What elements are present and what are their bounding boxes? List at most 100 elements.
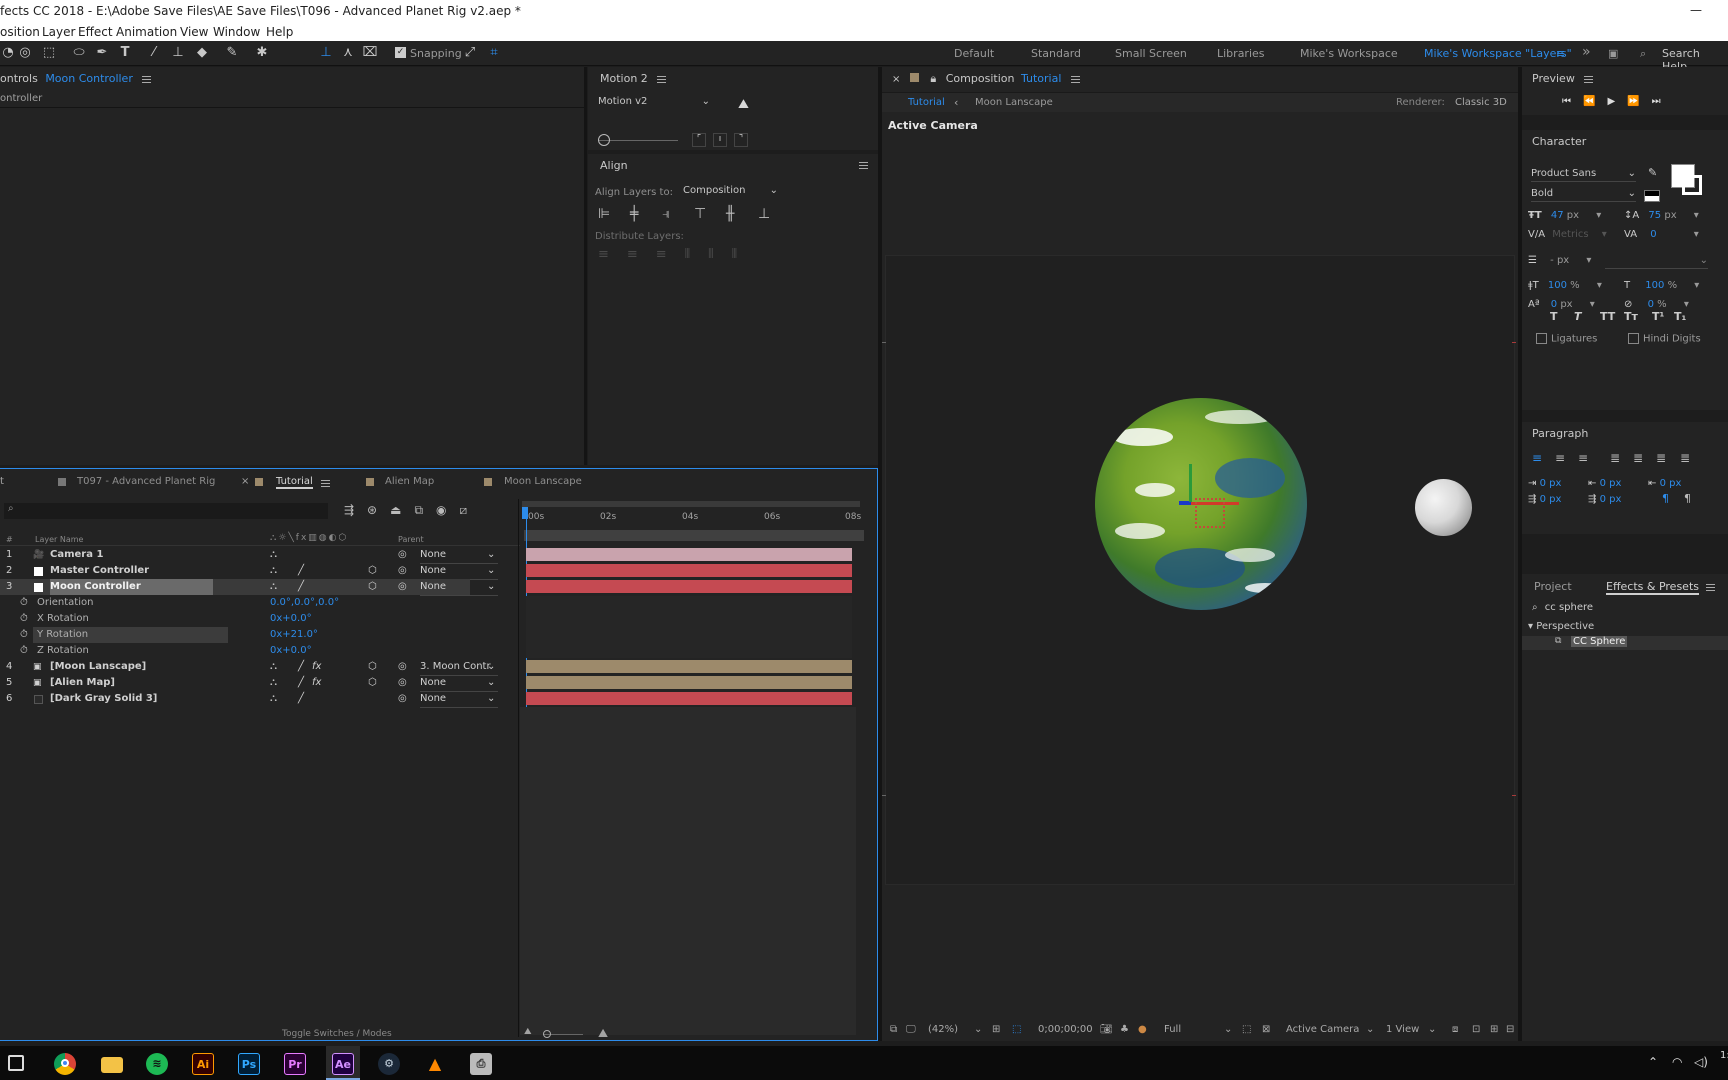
layer-bar-alien-map[interactable] <box>526 676 852 689</box>
task-view-icon[interactable] <box>8 1055 24 1071</box>
quality-icon[interactable]: ╱ <box>298 675 304 691</box>
puppet-tool-icon[interactable]: ✱ <box>254 45 270 61</box>
black-white-swatch[interactable] <box>1644 190 1660 202</box>
show-snapshot-icon[interactable]: ♣ <box>1120 1021 1129 1039</box>
justify-left-icon[interactable]: ≣ <box>1610 451 1620 465</box>
project-tab[interactable]: Project <box>1534 580 1572 593</box>
motion-slider-knob[interactable] <box>598 134 610 146</box>
anchor-center-button[interactable]: ı <box>713 133 727 147</box>
rotate-tool-icon[interactable]: ◎ <box>17 45 33 61</box>
printer-icon[interactable]: ⎙ <box>470 1053 492 1075</box>
stopwatch-icon[interactable]: ⏱ <box>20 611 28 627</box>
zoom-slider-knob[interactable] <box>543 1030 551 1038</box>
work-area-bar[interactable] <box>522 501 860 507</box>
leading-value[interactable]: 75 <box>1648 210 1661 221</box>
property-value[interactable]: 0x+0.0° <box>270 611 312 627</box>
property-value[interactable]: 0x+0.0° <box>270 643 312 659</box>
ligatures-row[interactable]: Ligatures <box>1536 333 1597 345</box>
timecode[interactable]: 0;00;00;00 <box>1038 1021 1093 1039</box>
roto-brush-tool-icon[interactable]: ✎ <box>224 45 240 61</box>
renderer-value[interactable]: Classic 3D <box>1455 97 1507 108</box>
font-size-value[interactable]: 47 <box>1551 210 1564 221</box>
time-ruler[interactable]: 00s 02s 04s 06s 08s <box>522 501 862 533</box>
eraser-tool-icon[interactable]: ◆ <box>194 45 210 61</box>
3d-layer-icon[interactable]: ⬡ <box>368 579 377 595</box>
reset-exposure-icon[interactable]: ⧈ <box>1452 1021 1458 1039</box>
sync-settings-icon[interactable]: ▣ <box>1608 47 1618 60</box>
shy-icon[interactable]: ⛬ <box>270 675 277 691</box>
anchor-tl-button[interactable]: ⌜ <box>692 133 706 147</box>
layer-name[interactable]: Moon Controller <box>50 579 213 595</box>
kerning-value[interactable]: Metrics <box>1552 229 1588 240</box>
orbit-tool-icon[interactable]: ◔ <box>0 45 16 61</box>
zoom-out-icon[interactable]: ⛰ <box>524 1027 532 1037</box>
moon-image[interactable] <box>1415 479 1472 536</box>
ltr-direction-icon[interactable]: ¶ <box>1662 492 1669 505</box>
clock-text[interactable]: 1: <box>1720 1050 1728 1061</box>
layer-name[interactable]: Camera 1 <box>50 547 103 563</box>
axis-y-arrow-icon[interactable] <box>1189 464 1192 502</box>
pickwhip-icon[interactable]: ◎ <box>398 691 407 707</box>
panel-menu-icon[interactable] <box>142 75 152 83</box>
layer-row[interactable]: 4 ▣ [Moon Lanscape] ⛬ ╱ fx ⬡ ◎ 3. Moon C… <box>0 659 498 676</box>
horizontal-scale-value[interactable]: 100 <box>1645 280 1664 291</box>
photoshop-icon[interactable]: Ps <box>238 1053 260 1075</box>
timeline-toggle-icon[interactable]: ⊞ <box>1490 1021 1498 1039</box>
align-top-icon[interactable]: ⊤ <box>694 206 706 222</box>
layer-bar-dark-gray-solid[interactable] <box>526 692 852 705</box>
workspace-default[interactable]: Default <box>954 47 994 60</box>
rtl-direction-icon[interactable]: ¶ <box>1684 492 1691 505</box>
clone-stamp-tool-icon[interactable]: ⊥ <box>170 45 186 61</box>
monitor-icon[interactable]: 🖵︎ <box>906 1021 916 1039</box>
snap-option-icon[interactable]: ⤢ <box>462 45 478 61</box>
panel-menu-icon[interactable] <box>1706 584 1715 591</box>
zoom-select[interactable]: (42%) <box>928 1021 958 1039</box>
workspace-small-screen[interactable]: Small Screen <box>1115 47 1187 60</box>
spotify-icon[interactable]: ≋ <box>146 1053 168 1075</box>
space-before-value[interactable]: 0 px <box>1600 478 1622 489</box>
local-axis-icon[interactable]: ⊥ <box>318 45 334 61</box>
quality-icon[interactable]: ╱ <box>298 579 304 595</box>
property-value[interactable]: 0.0°,0.0°,0.0° <box>270 595 339 611</box>
effects-category[interactable]: ▾ Perspective <box>1528 621 1594 632</box>
color-channel-icon[interactable]: ● <box>1138 1021 1147 1039</box>
vertical-scale-value[interactable]: 100 <box>1548 280 1567 291</box>
justify-center-icon[interactable]: ≣ <box>1633 451 1643 465</box>
tab-moon-lanscape[interactable]: Moon Lanscape <box>504 476 582 487</box>
tab-partial[interactable]: t <box>0 476 4 487</box>
last-frame-icon[interactable]: ⏭ <box>1652 96 1673 107</box>
volume-icon[interactable]: ◁) <box>1694 1055 1708 1069</box>
property-row[interactable]: ⏱ X Rotation 0x+0.0° <box>0 611 470 627</box>
layer-row[interactable]: 1 🎥 Camera 1 ⛬ ◎ None ⌄ <box>0 547 498 564</box>
shy-icon[interactable]: ⛬ <box>270 547 277 563</box>
layer-name[interactable]: [Moon Lanscape] <box>50 659 146 675</box>
layer-bar-master[interactable] <box>526 564 852 577</box>
shy-icon[interactable]: ⛬ <box>270 691 277 707</box>
subscript-button[interactable]: T₁ <box>1674 310 1686 323</box>
property-row-selected[interactable]: ⏱ Y Rotation 0x+21.0° <box>0 627 470 643</box>
fx-icon[interactable]: fx <box>312 659 321 675</box>
effect-controls-label[interactable]: ontrols <box>0 72 38 85</box>
more-workspaces-icon[interactable]: » <box>1582 44 1591 60</box>
stroke-color-swatch[interactable] <box>1682 175 1702 195</box>
small-caps-button[interactable]: Tт <box>1624 310 1638 323</box>
align-vcenter-icon[interactable]: ╫ <box>726 206 734 222</box>
anchor-tr-button[interactable]: ⌝ <box>734 133 748 147</box>
align-hcenter-icon[interactable]: ╪ <box>630 206 638 222</box>
flowchart-icon[interactable]: ⊟ <box>1506 1021 1514 1039</box>
tab-t097[interactable]: T097 - Advanced Planet Rig <box>77 476 215 487</box>
wifi-icon[interactable]: ◠ <box>1672 1055 1682 1069</box>
property-row[interactable]: ⏱ Orientation 0.0°,0.0°,0.0° <box>0 595 470 611</box>
zoom-in-icon[interactable]: ⛰ <box>598 1026 608 1041</box>
property-value[interactable]: 0x+21.0° <box>270 627 318 643</box>
planet-earth-image[interactable] <box>1095 398 1307 610</box>
font-family-select[interactable]: Product Sans ⌄ <box>1531 168 1636 182</box>
panel-menu-icon[interactable] <box>321 480 330 487</box>
3d-layer-icon[interactable]: ⬡ <box>368 659 377 675</box>
quality-icon[interactable]: ╱ <box>298 659 304 675</box>
menu-help[interactable]: Help <box>266 24 293 40</box>
stroke-style-select[interactable]: ⌄ <box>1605 255 1708 269</box>
illustrator-icon[interactable]: Ai <box>192 1053 214 1075</box>
effects-search-input[interactable]: ⌕ cc sphere <box>1532 602 1722 618</box>
fx-icon[interactable]: fx <box>312 675 321 691</box>
